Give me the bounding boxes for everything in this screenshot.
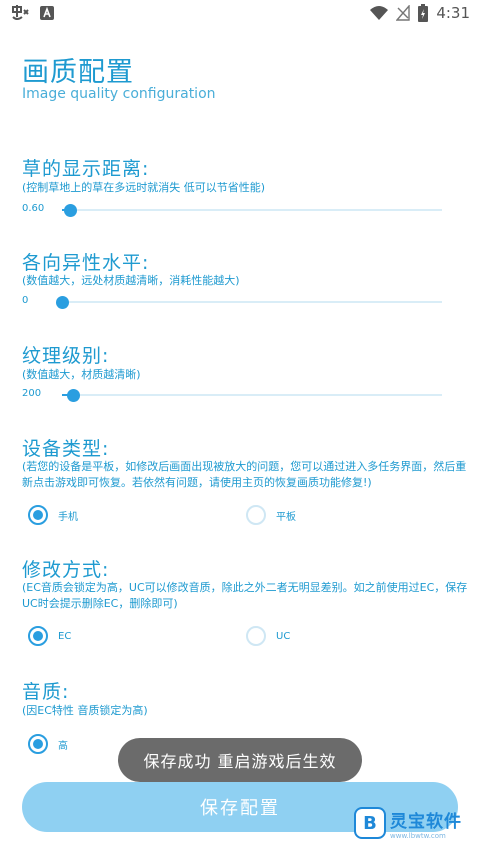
slider-thumb[interactable]: [56, 296, 69, 309]
slider-track: [62, 301, 442, 303]
texture-level-slider[interactable]: 200: [22, 385, 442, 405]
grass-distance-desc: (控制草地上的草在多远时就消失 低可以节省性能): [22, 181, 266, 194]
radio-tablet[interactable]: 平板: [246, 505, 296, 525]
sound-quality-desc: (因EC特性 音质锁定为高): [22, 704, 148, 717]
radio-checked-icon: [28, 734, 48, 754]
page-title: 画质配置: [22, 57, 134, 88]
radio-checked-icon: [28, 505, 48, 525]
app-notification-icon: [12, 5, 29, 20]
watermark: B 灵宝软件 www.lbwtw.com: [354, 800, 480, 846]
radio-unchecked-icon: [246, 505, 266, 525]
watermark-logo-icon: B: [354, 807, 386, 839]
sound-quality-title: 音质:: [22, 681, 70, 703]
radio-uc-label: UC: [276, 630, 291, 642]
wifi-icon: [370, 6, 389, 20]
grass-distance-slider[interactable]: 0.60: [22, 200, 442, 220]
radio-high[interactable]: 高: [28, 734, 68, 754]
modify-mode-title: 修改方式:: [22, 559, 110, 581]
texture-level-desc: (数值越大，材质越清晰): [22, 368, 141, 381]
texture-level-value: 200: [22, 388, 42, 399]
battery-charging-icon: [418, 4, 429, 22]
device-type-desc: (若您的设备是平板，如修改后画面出现被放大的问题，您可以通过进入多任务界面，然后…: [22, 460, 467, 489]
texture-level-title: 纹理级别:: [22, 345, 110, 367]
anisotropy-desc: (数值越大，远处材质越清晰，消耗性能越大): [22, 274, 240, 287]
radio-unchecked-icon: [246, 626, 266, 646]
status-bar-left: [10, 4, 54, 22]
modify-mode-radio-group: EC UC: [28, 626, 468, 648]
status-bar: 4:31: [0, 0, 480, 26]
radio-ec[interactable]: EC: [28, 626, 71, 646]
watermark-name: 灵宝软件: [390, 811, 462, 832]
radio-uc[interactable]: UC: [246, 626, 290, 646]
radio-phone-label: 手机: [58, 511, 78, 523]
anisotropy-value: 0: [22, 295, 29, 306]
radio-checked-icon: [28, 626, 48, 646]
page-subtitle: Image quality configuration: [22, 86, 216, 102]
radio-tablet-label: 平板: [276, 511, 296, 523]
watermark-text: 灵宝软件 www.lbwtw.com: [390, 807, 462, 840]
slider-thumb[interactable]: [67, 389, 81, 402]
grass-distance-value: 0.60: [22, 203, 45, 214]
slider-track: [62, 394, 442, 396]
radio-ec-label: EC: [58, 630, 72, 642]
modify-mode-desc: (EC音质会锁定为高，UC可以修改音质，除此之外二者无明显差别。如之前使用过EC…: [22, 581, 468, 610]
anisotropy-title: 各向异性水平:: [22, 252, 150, 274]
slider-thumb[interactable]: [63, 204, 77, 217]
grass-distance-title: 草的显示距离:: [22, 158, 150, 180]
device-type-title: 设备类型:: [22, 438, 110, 460]
device-type-radio-group: 手机 平板: [28, 505, 468, 527]
watermark-url: www.lbwtw.com: [390, 831, 446, 840]
status-time: 4:31: [436, 4, 470, 22]
anisotropy-slider[interactable]: 0: [22, 292, 442, 312]
no-signal-icon: [396, 5, 411, 21]
radio-phone[interactable]: 手机: [28, 505, 78, 525]
a-letter-notification-icon: [40, 6, 54, 20]
status-bar-right: 4:31: [370, 4, 470, 22]
slider-track: [62, 209, 442, 211]
toast-message: 保存成功 重启游戏后生效: [118, 738, 362, 782]
radio-high-label: 高: [58, 740, 68, 752]
